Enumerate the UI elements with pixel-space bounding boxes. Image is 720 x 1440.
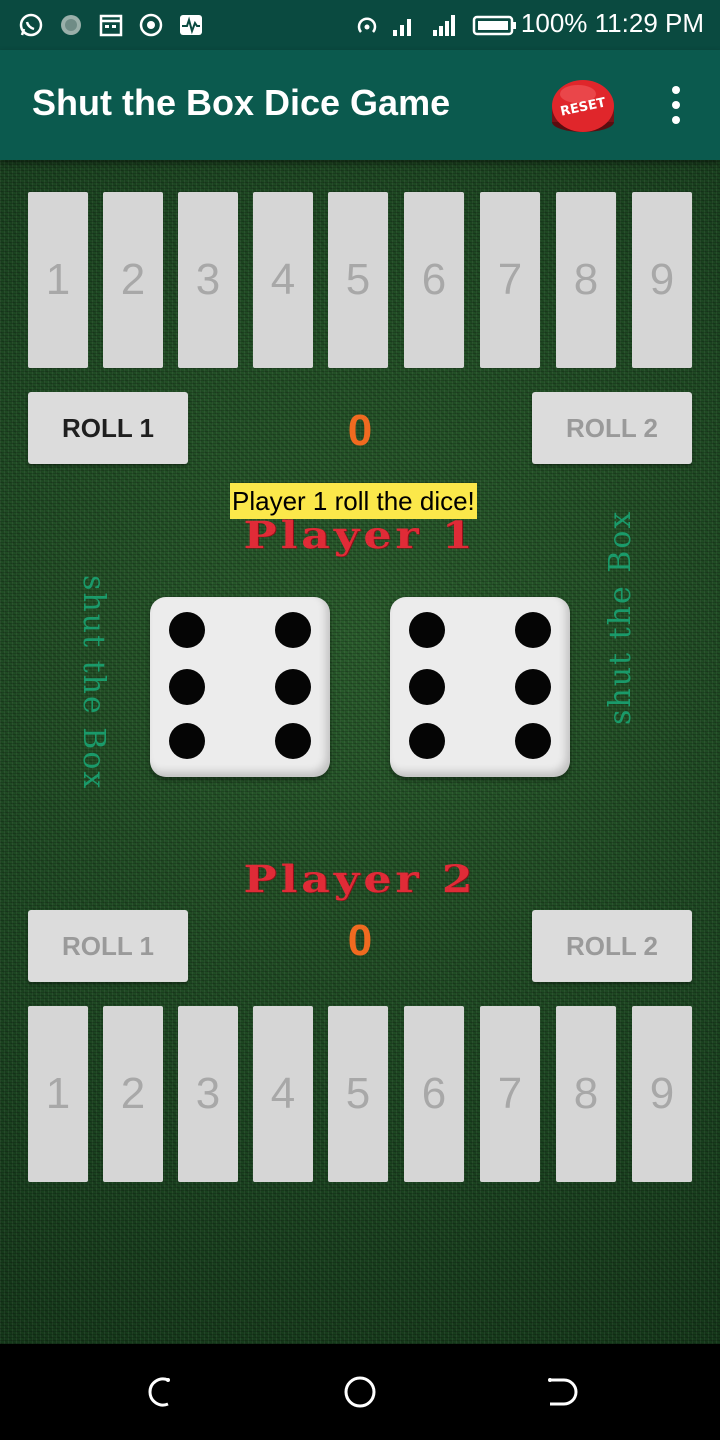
player1-tile-2[interactable]: 2: [103, 192, 163, 368]
clock: 11:29 PM: [594, 8, 704, 38]
die-pip: [169, 612, 205, 648]
player1-tile-8[interactable]: 8: [556, 192, 616, 368]
player2-tile-8[interactable]: 8: [556, 1006, 616, 1182]
player2-tile-5[interactable]: 5: [328, 1006, 388, 1182]
more-vert-icon[interactable]: [660, 80, 692, 130]
die-pip: [275, 612, 311, 648]
player1-score: 0: [347, 406, 373, 455]
die-pip: [515, 669, 551, 705]
app-icon: [58, 12, 84, 38]
player2-tile-2[interactable]: 2: [103, 1006, 163, 1182]
die-pip: [515, 723, 551, 759]
player2-score: 0: [347, 916, 373, 965]
die-pip: [275, 669, 311, 705]
player2-tile-1[interactable]: 1: [28, 1006, 88, 1182]
back-icon[interactable]: [140, 1372, 180, 1412]
player1-tile-3[interactable]: 3: [178, 192, 238, 368]
player1-tile-1[interactable]: 1: [28, 192, 88, 368]
die-pip: [515, 612, 551, 648]
right-side-logo: shut the Box: [603, 509, 638, 725]
battery-icon: [472, 12, 518, 38]
die-2: [390, 597, 570, 777]
die-pip: [169, 669, 205, 705]
game-board: 1 2 3 4 5 6 7 8 9 ROLL 1 0 ROLL 2 Player…: [0, 160, 720, 1344]
die-pip: [409, 669, 445, 705]
player2-roll1-button[interactable]: ROLL 1: [28, 910, 188, 982]
activity-icon: [178, 12, 204, 38]
player2-title: Player 2: [243, 857, 477, 902]
player2-tile-6[interactable]: 6: [404, 1006, 464, 1182]
hotspot-icon: [354, 12, 380, 38]
player1-tile-4[interactable]: 4: [253, 192, 313, 368]
player2-tile-3[interactable]: 3: [178, 1006, 238, 1182]
navigation-bar: [0, 1344, 720, 1440]
player2-tile-7[interactable]: 7: [480, 1006, 540, 1182]
player2-roll2-button[interactable]: ROLL 2: [532, 910, 692, 982]
player2-tile-4[interactable]: 4: [253, 1006, 313, 1182]
whatsapp-icon: [18, 12, 44, 38]
die-1: [150, 597, 330, 777]
left-side-logo: shut the Box: [76, 575, 111, 791]
player1-tile-6[interactable]: 6: [404, 192, 464, 368]
die-pip: [409, 723, 445, 759]
record-icon: [138, 12, 164, 38]
player1-roll2-button[interactable]: ROLL 2: [532, 392, 692, 464]
signal-icon: [390, 12, 416, 38]
signal-icon: [432, 12, 458, 38]
reset-button[interactable]: RESET: [548, 72, 618, 136]
home-icon[interactable]: [340, 1372, 380, 1412]
app-bar: Shut the Box Dice Game RESET: [0, 50, 720, 160]
player2-tile-9[interactable]: 9: [632, 1006, 692, 1182]
player1-tile-5[interactable]: 5: [328, 192, 388, 368]
battery-percent: 100%: [520, 8, 588, 38]
player1-roll1-button[interactable]: ROLL 1: [28, 392, 188, 464]
recents-icon[interactable]: [540, 1372, 580, 1412]
status-time-battery: 100% 11:29 PM: [521, 8, 704, 39]
status-bar: 100% 11:29 PM: [0, 0, 720, 50]
app-title: Shut the Box Dice Game: [32, 82, 451, 123]
calendar-icon: [98, 12, 124, 38]
player1-tile-9[interactable]: 9: [632, 192, 692, 368]
die-pip: [275, 723, 311, 759]
die-pip: [409, 612, 445, 648]
player1-tile-7[interactable]: 7: [480, 192, 540, 368]
die-pip: [169, 723, 205, 759]
